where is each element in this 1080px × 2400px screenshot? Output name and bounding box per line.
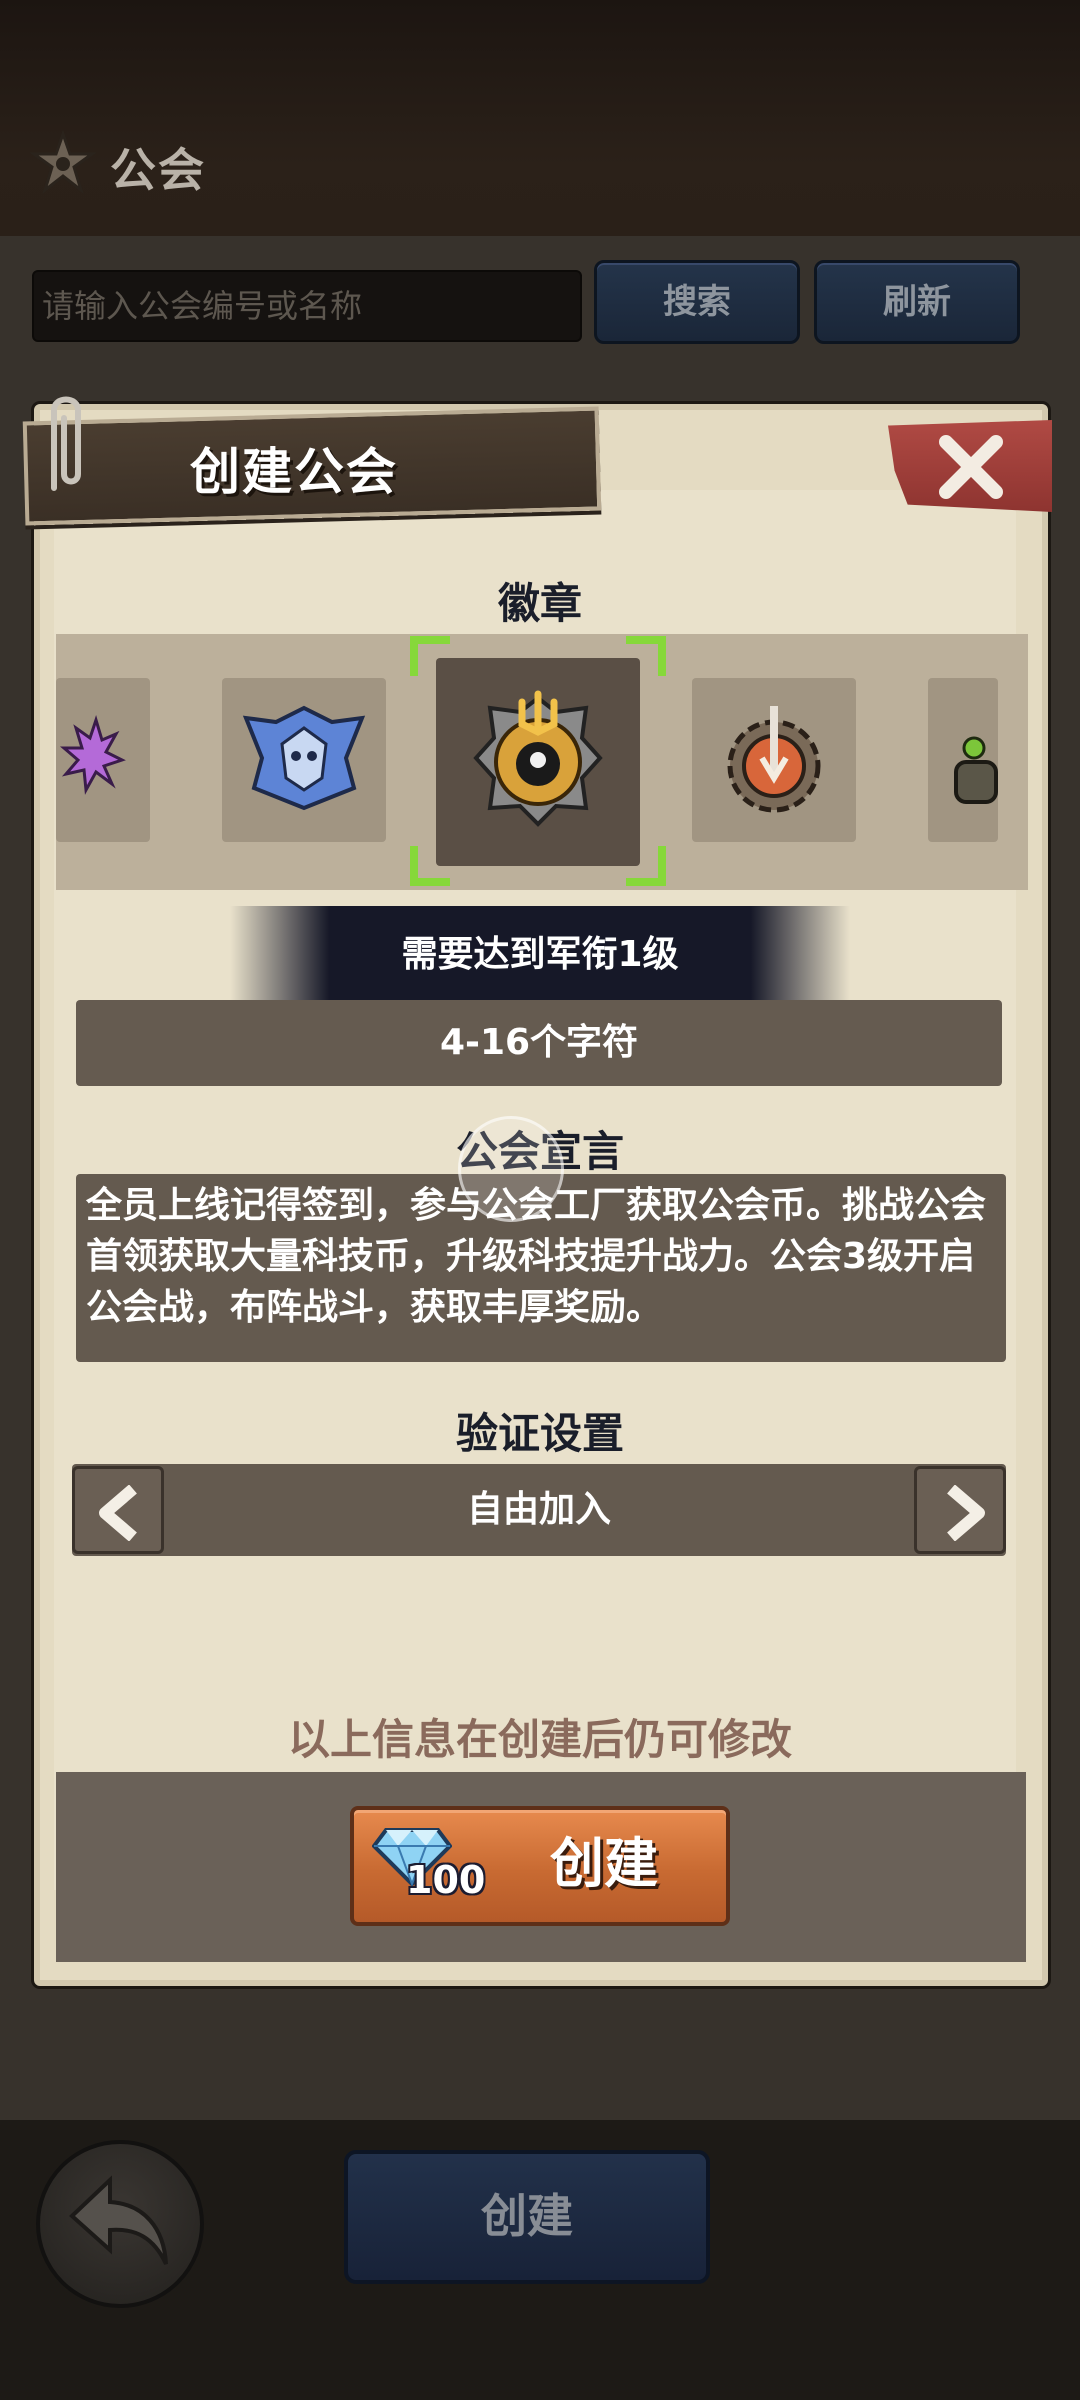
close-button[interactable]	[888, 420, 1052, 512]
badge-selector-frame	[410, 636, 666, 886]
search-input[interactable]: 请输入公会编号或名称	[32, 270, 582, 342]
top-bar: 公会	[0, 0, 1080, 236]
close-icon	[939, 435, 1003, 499]
back-button[interactable]	[36, 2140, 204, 2308]
touch-indicator	[458, 1116, 564, 1222]
badge-section-label: 徽章	[497, 579, 582, 628]
verify-prev-button[interactable]	[72, 1466, 164, 1554]
paperclip-icon	[51, 396, 81, 491]
verify-settings-label: 验证设置	[455, 1409, 624, 1458]
verify-value: 自由加入	[466, 1489, 611, 1530]
dialog-title: 创建公会	[190, 443, 398, 501]
refresh-button[interactable]: 刷新	[814, 260, 1020, 344]
guild-name-field[interactable]: 4-16个字符	[76, 1000, 1002, 1086]
badge-purple-spiky[interactable]	[56, 678, 150, 842]
requirement-banner: 需要达到军衔1级	[230, 906, 850, 1004]
chevron-left-icon	[99, 1485, 137, 1541]
create-cost: 100	[406, 1858, 486, 1902]
green-mech-badge-icon	[954, 736, 998, 804]
create-button-label: 创建	[550, 1832, 658, 1895]
badge-green-mech[interactable]	[928, 678, 998, 842]
badge-red-sword-gear[interactable]	[692, 678, 856, 842]
search-button[interactable]: 搜索	[594, 260, 800, 344]
back-arrow-icon	[69, 2175, 168, 2265]
editable-hint: 以上信息在创建后仍可修改	[287, 1715, 792, 1764]
blue-winged-badge-icon	[242, 705, 366, 811]
purple-spiky-badge-icon	[59, 715, 126, 795]
chevron-right-icon	[947, 1485, 985, 1541]
badge-blue-winged[interactable]	[222, 678, 386, 842]
page-title: 公会	[110, 143, 206, 197]
bottom-create-button[interactable]: 创建	[344, 2150, 710, 2284]
verify-next-button[interactable]	[914, 1466, 1006, 1554]
red-sword-gear-badge-icon	[727, 706, 821, 813]
gear-star-icon	[30, 130, 96, 195]
